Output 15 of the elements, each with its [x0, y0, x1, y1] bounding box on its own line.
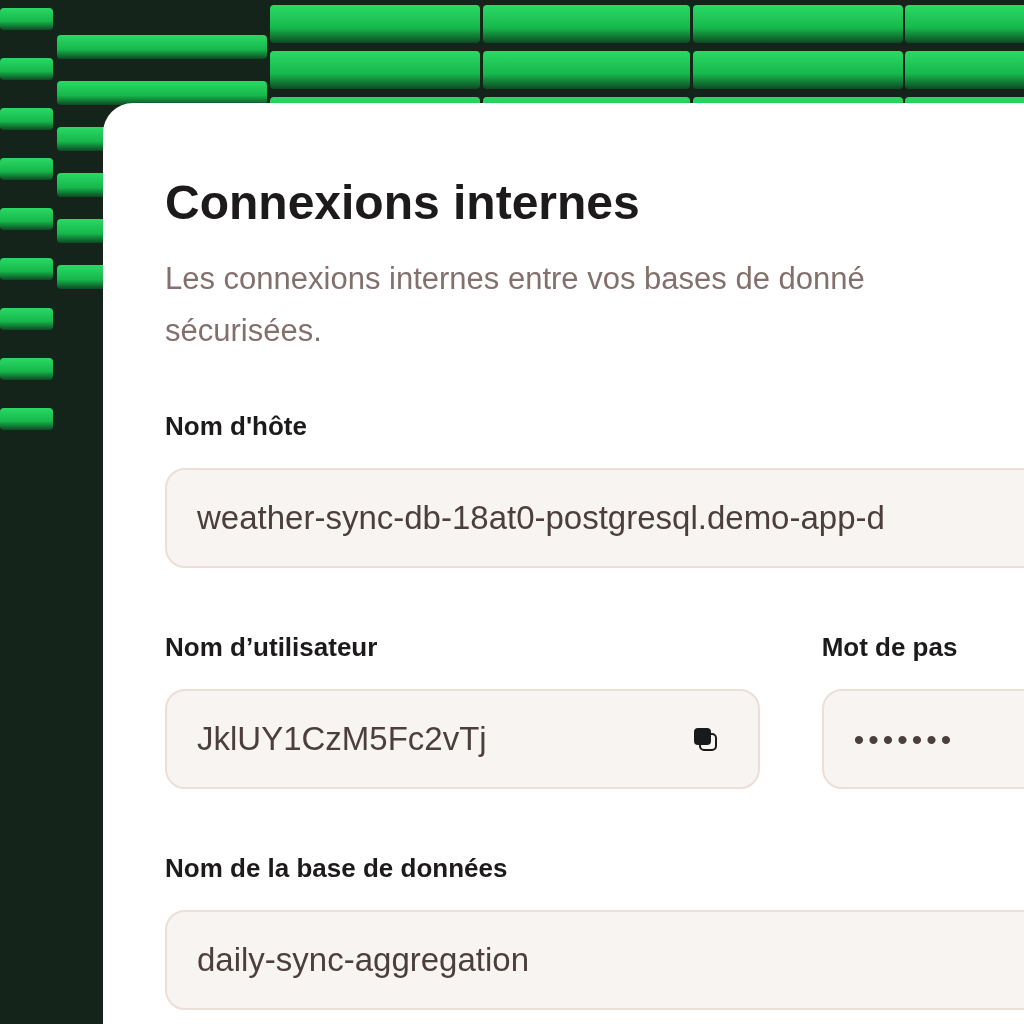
field-label: Nom d’utilisateur	[165, 631, 379, 664]
field-value: JklUY1CzM5Fc2vTj	[197, 719, 487, 760]
field-label: Mot de pas	[821, 631, 959, 664]
field-label: Nom de la base de données	[165, 852, 509, 885]
input-field[interactable]: JklUY1CzM5Fc2vTj	[165, 689, 760, 789]
input-field[interactable]: daily-sync-aggregation	[165, 910, 1024, 1010]
input-field[interactable]: •••••••	[821, 689, 1024, 789]
field-value: weather-sync-db-18at0-postgresql.demo-app-d	[197, 498, 885, 539]
copy-icon[interactable]	[691, 726, 718, 752]
card-title: Connexions internes	[165, 175, 641, 231]
field-label: Nom d'hôte	[165, 410, 308, 443]
field-value: daily-sync-aggregation	[197, 940, 529, 981]
input-field[interactable]: weather-sync-db-18at0-postgresql.demo-app-d	[165, 468, 1024, 568]
card-description: Les connexions internes entre vos bases de donné sécurisées.	[165, 260, 866, 350]
password-value: •••••••	[853, 721, 956, 758]
